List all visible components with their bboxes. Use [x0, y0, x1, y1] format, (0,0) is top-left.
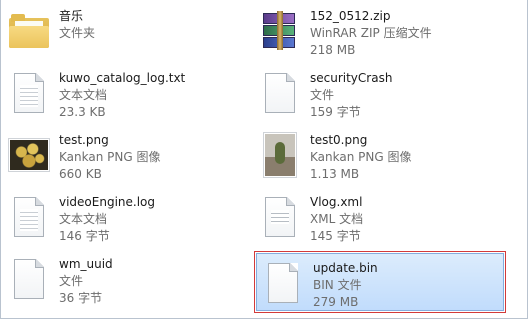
file-name: wm_uuid — [59, 257, 113, 271]
file-name: test.png — [59, 133, 109, 147]
file-item-152-0512-zip[interactable]: 152_0512.zip WinRAR ZIP 压缩文件 218 MB — [254, 2, 506, 60]
file-type: 文件夹 — [59, 26, 96, 40]
file-size: 23.3 KB — [59, 105, 106, 119]
file-list-pane: 音乐 文件夹 152_0512.zip WinRAR ZIP 压缩文件 218 … — [0, 0, 528, 319]
file-type: BIN 文件 — [313, 278, 362, 292]
file-size: 36 字节 — [59, 291, 103, 305]
file-item-test-png[interactable]: test.png Kankan PNG 图像 660 KB — [3, 126, 255, 184]
file-type: Kankan PNG 图像 — [59, 150, 161, 164]
text-document-icon — [7, 191, 51, 243]
file-size: 218 MB — [310, 43, 356, 57]
file-size: 146 字节 — [59, 229, 110, 243]
file-name: 音乐 — [59, 9, 84, 23]
blank-file-icon — [261, 257, 305, 309]
file-item-test0-png[interactable]: test0.png Kankan PNG 图像 1.13 MB — [254, 126, 506, 184]
file-type: XML 文档 — [310, 212, 364, 226]
file-name: 152_0512.zip — [310, 9, 391, 23]
file-name: update.bin — [313, 261, 378, 275]
file-type: Kankan PNG 图像 — [310, 150, 412, 164]
file-item-kuwo-catalog-log[interactable]: kuwo_catalog_log.txt 文本文档 23.3 KB — [3, 64, 255, 122]
winrar-archive-icon — [258, 5, 302, 57]
file-size: 660 KB — [59, 167, 102, 181]
blank-file-icon — [258, 67, 302, 119]
file-type: 文件 — [310, 88, 335, 102]
file-item-vlog-xml[interactable]: Vlog.xml XML 文档 145 字节 — [254, 188, 506, 246]
file-type: 文件 — [59, 274, 84, 288]
file-name: securityCrash — [310, 71, 393, 85]
file-size: 145 字节 — [310, 229, 361, 243]
file-name: videoEngine.log — [59, 195, 156, 209]
file-item-music-folder[interactable]: 音乐 文件夹 — [3, 2, 255, 60]
xml-document-icon — [258, 191, 302, 243]
file-size: 1.13 MB — [310, 167, 360, 181]
file-item-wm-uuid[interactable]: wm_uuid 文件 36 字节 — [3, 250, 255, 308]
file-item-securitycrash[interactable]: securityCrash 文件 159 字节 — [254, 64, 506, 122]
file-type: 文本文档 — [59, 88, 108, 102]
blank-file-icon — [7, 253, 51, 305]
file-item-update-bin[interactable]: update.bin BIN 文件 279 MB — [254, 251, 506, 313]
file-type: WinRAR ZIP 压缩文件 — [310, 26, 432, 40]
file-name: kuwo_catalog_log.txt — [59, 71, 186, 85]
file-size: 279 MB — [313, 295, 359, 309]
image-thumbnail-icon — [258, 129, 302, 181]
image-thumbnail-icon — [7, 129, 51, 181]
file-type: 文本文档 — [59, 212, 108, 226]
file-item-videoengine-log[interactable]: videoEngine.log 文本文档 146 字节 — [3, 188, 255, 246]
file-name: Vlog.xml — [310, 195, 363, 209]
file-name: test0.png — [310, 133, 368, 147]
file-size: 159 字节 — [310, 105, 361, 119]
text-document-icon — [7, 67, 51, 119]
folder-icon — [7, 5, 51, 57]
